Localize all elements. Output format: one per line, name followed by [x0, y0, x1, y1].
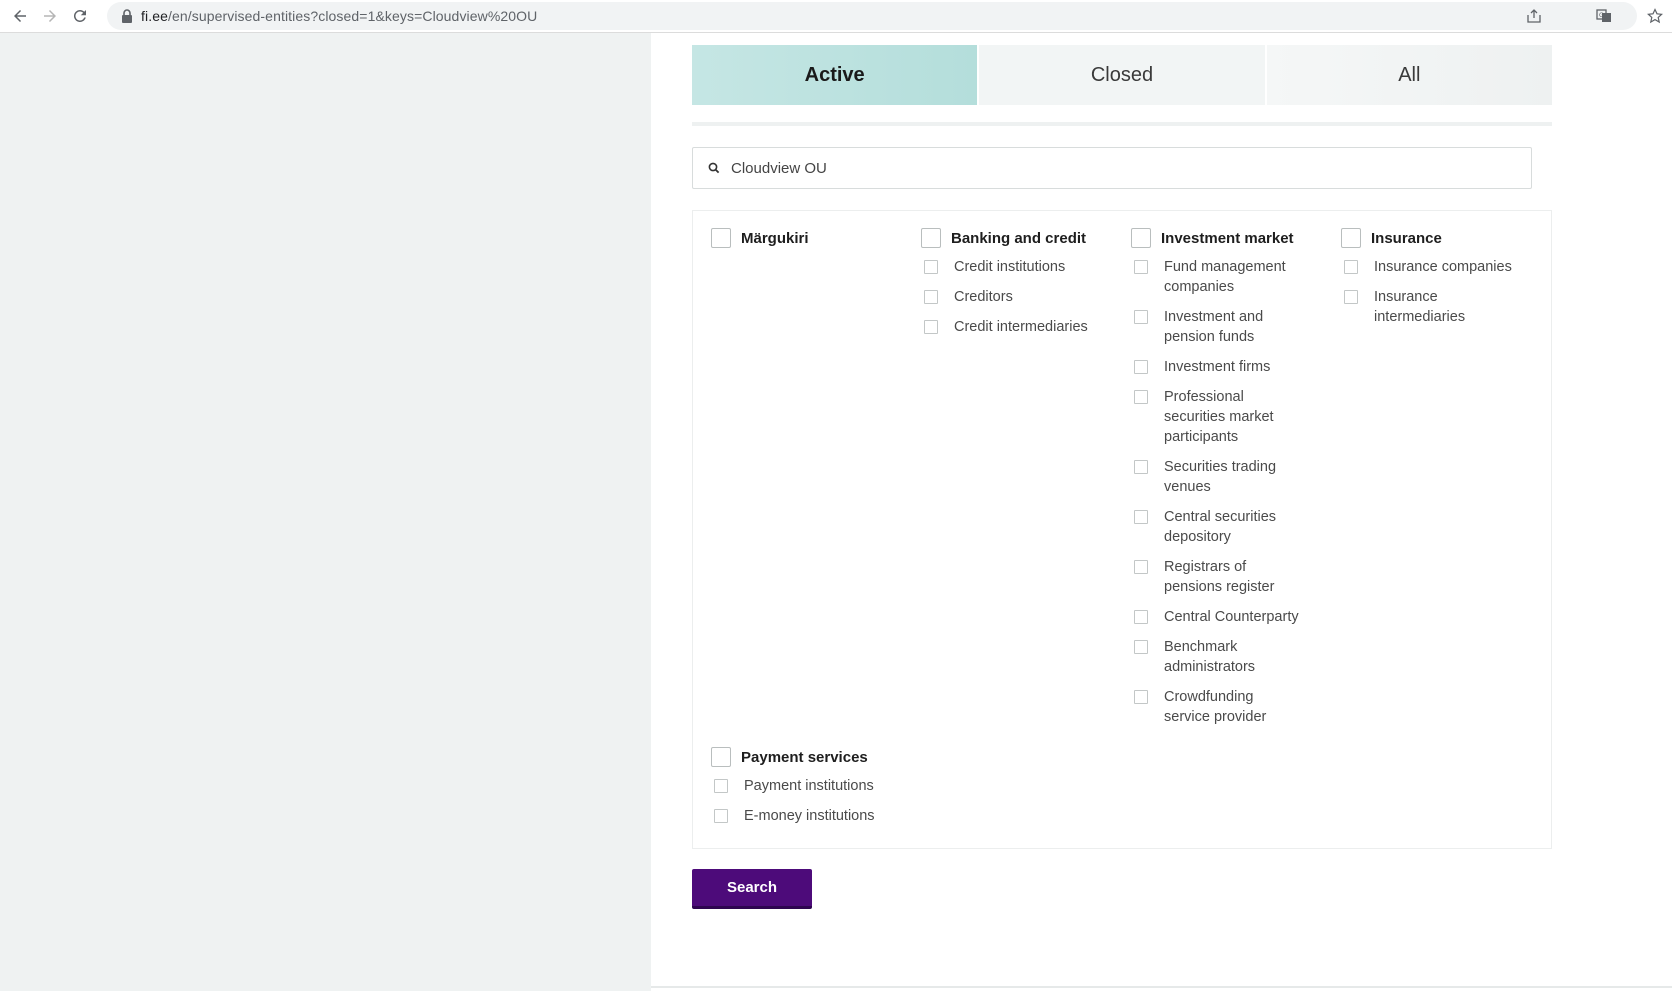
filter-item[interactable]: Benchmark administrators	[1131, 637, 1311, 677]
checkbox-payment-services[interactable]	[711, 747, 731, 767]
checkbox-insurance-intermediaries[interactable]	[1344, 290, 1358, 304]
svg-text:G: G	[1599, 12, 1604, 19]
filter-group-investment: Investment market Fund management compan…	[1131, 227, 1311, 737]
filter-group-title: Banking and credit	[951, 229, 1087, 247]
filter-item-label: Registrars of pensions register	[1164, 559, 1275, 595]
checkbox-credit-intermediaries[interactable]	[924, 320, 938, 334]
bookmark-star-icon[interactable]	[1646, 7, 1664, 25]
checkbox-payment-institutions[interactable]	[714, 779, 728, 793]
checkbox-investment-firms[interactable]	[1134, 360, 1148, 374]
filter-item-label: Creditors	[954, 289, 1013, 305]
lock-icon	[122, 9, 132, 23]
checkbox-banking-and-credit[interactable]	[921, 228, 941, 248]
checkbox-crowdfunding-service-provider[interactable]	[1134, 690, 1148, 704]
filter-item-label: Credit institutions	[954, 259, 1066, 275]
checkbox-central-counterparty[interactable]	[1134, 610, 1148, 624]
checkbox-professional-securities-market-participants[interactable]	[1134, 390, 1148, 404]
filter-item[interactable]: Professional securities market participa…	[1131, 387, 1311, 447]
filter-item[interactable]: Investment and pension funds	[1131, 307, 1311, 347]
filter-item[interactable]: Credit institutions	[921, 257, 1111, 277]
checkbox-central-securities-depository[interactable]	[1134, 510, 1148, 524]
checkbox-credit-institutions[interactable]	[924, 260, 938, 274]
filter-item[interactable]: Insurance companies	[1341, 257, 1531, 277]
tab-active[interactable]: Active	[692, 45, 978, 105]
checkbox-e-money-institutions[interactable]	[714, 809, 728, 823]
filter-item[interactable]: Central Counterparty	[1131, 607, 1311, 627]
filter-group-title: Investment market	[1161, 229, 1294, 247]
filter-item-label: Insurance intermediaries	[1374, 289, 1466, 325]
filter-item[interactable]: Crowdfunding service provider	[1131, 687, 1311, 727]
back-arrow-icon[interactable]	[8, 4, 32, 28]
filter-item[interactable]: Fund management companies	[1131, 257, 1311, 297]
checkbox-securities-trading-venues[interactable]	[1134, 460, 1148, 474]
tab-all[interactable]: All	[1266, 45, 1552, 105]
filter-item-label: Securities trading venues	[1164, 459, 1277, 495]
url-text: fi.ee/en/supervised-entities?closed=1&ke…	[141, 8, 537, 24]
checkbox-creditors[interactable]	[924, 290, 938, 304]
search-icon	[708, 162, 720, 174]
search-field	[692, 147, 1532, 189]
left-panel	[0, 33, 651, 991]
filter-item-label: Fund management companies	[1164, 259, 1286, 295]
filter-item-label: Investment firms	[1164, 359, 1271, 375]
filter-item-label: Insurance companies	[1374, 259, 1512, 275]
filter-item[interactable]: Credit intermediaries	[921, 317, 1111, 337]
reload-icon[interactable]	[68, 4, 92, 28]
filter-group-margukiri: Märgukiri	[711, 227, 891, 249]
filter-item[interactable]: Securities trading venues	[1131, 457, 1311, 497]
address-bar[interactable]: fi.ee/en/supervised-entities?closed=1&ke…	[107, 2, 1637, 30]
share-icon[interactable]	[1525, 7, 1543, 25]
filter-group-insurance: Insurance Insurance companies Insurance …	[1341, 227, 1531, 337]
filter-item-label: Central Counterparty	[1164, 609, 1299, 625]
filter-item[interactable]: Registrars of pensions register	[1131, 557, 1311, 597]
search-input[interactable]	[731, 159, 1491, 177]
checkbox-insurance[interactable]	[1341, 228, 1361, 248]
filter-item[interactable]: Payment institutions	[711, 776, 911, 796]
filter-item[interactable]: Creditors	[921, 287, 1111, 307]
search-button[interactable]: Search	[692, 869, 812, 909]
filter-item[interactable]: Central securities depository	[1131, 507, 1311, 547]
filter-item[interactable]: E-money institutions	[711, 806, 911, 826]
checkbox-investment-and-pension-funds[interactable]	[1134, 310, 1148, 324]
translate-icon[interactable]: G	[1595, 7, 1613, 25]
filter-item-label: Professional securities market participa…	[1164, 389, 1274, 445]
url-path: /en/supervised-entities?closed=1&keys=Cl…	[167, 8, 538, 24]
filter-group-title: Payment services	[741, 748, 868, 766]
checkbox-benchmark-administrators[interactable]	[1134, 640, 1148, 654]
filter-item-label: Central securities depository	[1164, 509, 1277, 545]
filter-group-title: Märgukiri	[741, 229, 809, 247]
checkbox-insurance-companies[interactable]	[1344, 260, 1358, 274]
checkbox-fund-management-companies[interactable]	[1134, 260, 1148, 274]
checkbox-margukiri[interactable]	[711, 228, 731, 248]
filter-item-label: Investment and pension funds	[1164, 309, 1264, 345]
filter-item[interactable]: Insurance intermediaries	[1341, 287, 1531, 327]
main-content: Active Closed All Märgukiri Banking and …	[692, 33, 1552, 991]
filter-item-label: Benchmark administrators	[1164, 639, 1256, 675]
url-host: fi.ee	[141, 8, 168, 24]
filter-group-title: Insurance	[1371, 229, 1442, 247]
browser-toolbar: fi.ee/en/supervised-entities?closed=1&ke…	[0, 0, 1672, 33]
tab-closed[interactable]: Closed	[979, 45, 1265, 105]
checkbox-investment-market[interactable]	[1131, 228, 1151, 248]
filter-item-label: Crowdfunding service provider	[1164, 689, 1267, 725]
tab-divider	[692, 122, 1552, 126]
checkbox-registrars-of-pensions-register[interactable]	[1134, 560, 1148, 574]
filter-panel: Märgukiri Banking and credit Credit inst…	[692, 210, 1552, 849]
filter-item-label: Payment institutions	[744, 778, 874, 794]
filter-item-label: E-money institutions	[744, 808, 875, 824]
filter-item[interactable]: Investment firms	[1131, 357, 1311, 377]
status-tabs: Active Closed All	[692, 45, 1552, 105]
filter-item-label: Credit intermediaries	[954, 319, 1088, 335]
filter-group-payment: Payment services Payment institutions E-…	[711, 746, 911, 836]
page-bottom-divider	[651, 986, 1672, 988]
filter-group-banking: Banking and credit Credit institutions C…	[921, 227, 1111, 347]
forward-arrow-icon[interactable]	[38, 4, 62, 28]
